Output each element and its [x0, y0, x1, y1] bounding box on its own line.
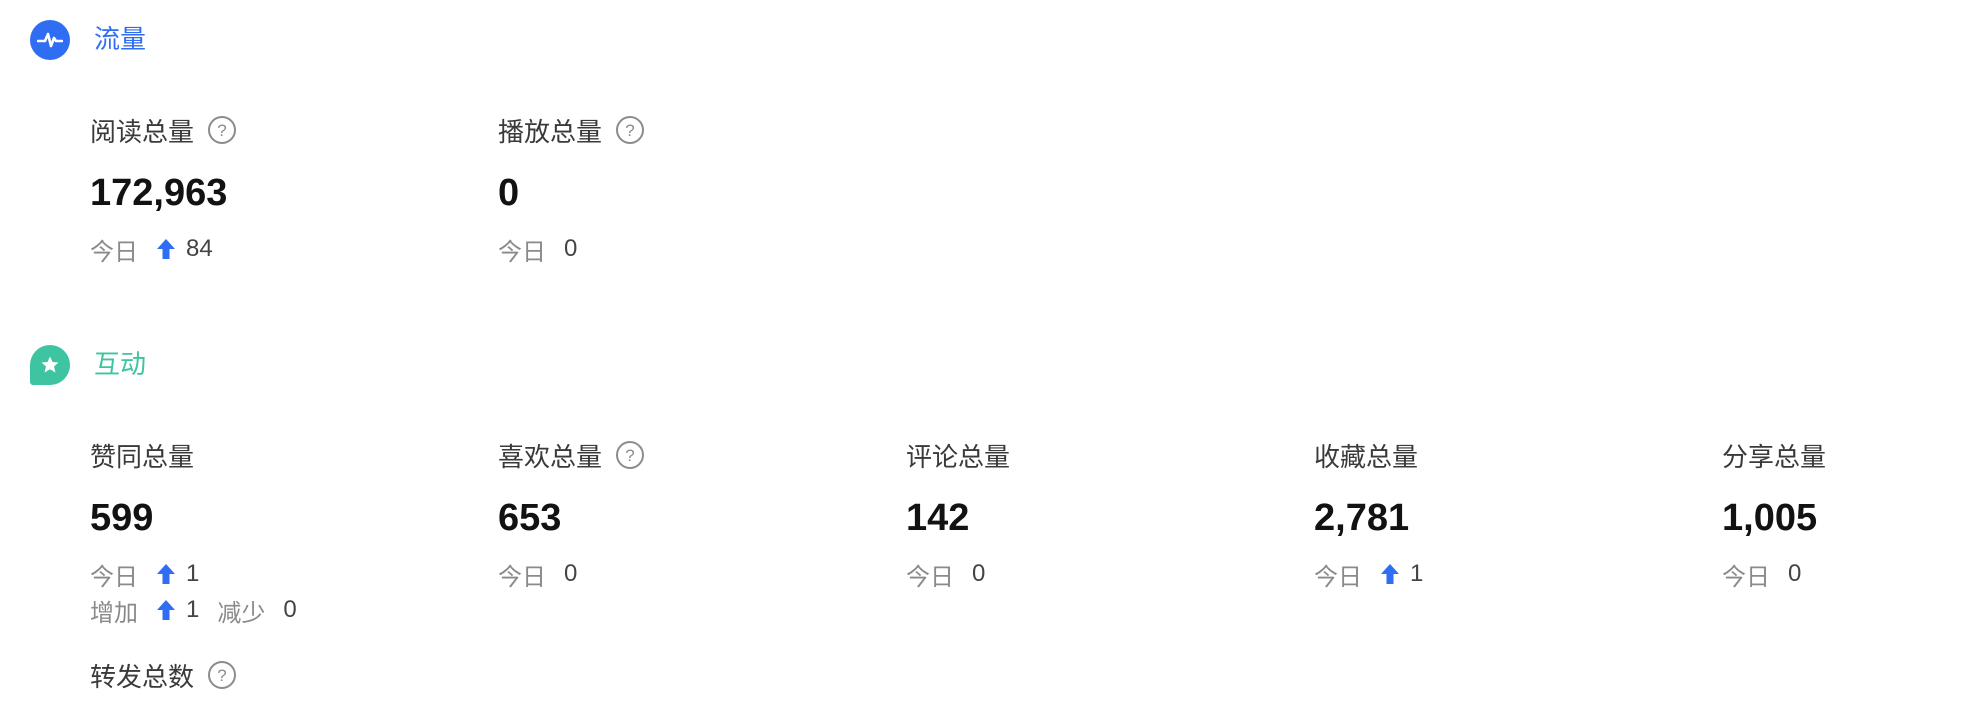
today-value: 84: [186, 235, 213, 262]
metric-label-row: 喜欢总量 ?: [498, 435, 878, 475]
metric-label: 收藏总量: [1314, 442, 1419, 473]
metric-read-total: 阅读总量 ? 172,963 今日 84: [90, 110, 470, 266]
today-value: 1: [186, 560, 200, 587]
increase-value: 1: [186, 596, 200, 623]
metric-like-total: 赞同总量 599 今日 1 增加 1 减少 0: [90, 435, 470, 627]
metric-today-row: 今日 0: [906, 557, 1286, 591]
increase-label: 增加: [90, 598, 138, 627]
metric-today-row: 今日 1: [90, 557, 470, 591]
help-icon[interactable]: ?: [616, 116, 645, 144]
today-label: 今日: [90, 562, 138, 591]
metric-fav-total: 喜欢总量 ? 653 今日 0: [498, 435, 878, 591]
metric-label-row: 评论总量: [906, 435, 1286, 475]
metric-change-row: 增加 1 减少 0: [90, 593, 470, 627]
help-icon[interactable]: ?: [208, 661, 237, 689]
arrow-up-icon: [157, 564, 175, 584]
arrow-up-icon: [157, 600, 175, 620]
section-header-interaction: 互动: [30, 345, 146, 385]
metric-value: 599: [90, 497, 154, 539]
metric-label-row: 阅读总量 ?: [90, 110, 470, 150]
metric-today-row: 今日 0: [498, 557, 878, 591]
metric-value: 1,005: [1722, 497, 1818, 539]
metric-comment-total: 评论总量 142 今日 0: [906, 435, 1286, 591]
section-header-traffic: 流量: [30, 20, 146, 60]
metric-share-total: 分享总量 1,005 今日 0: [1722, 435, 1962, 591]
metric-label: 播放总量: [498, 117, 603, 148]
today-value: 1: [1410, 560, 1424, 587]
star-chat-icon: [30, 345, 70, 385]
metric-play-total: 播放总量 ? 0 今日 0: [498, 110, 878, 266]
pulse-icon: [30, 20, 70, 60]
today-label: 今日: [906, 562, 954, 591]
metric-label: 喜欢总量: [498, 442, 603, 473]
metric-label: 转发总数: [90, 662, 195, 693]
metric-label-row: 赞同总量: [90, 435, 470, 475]
metric-today-row: 今日 84: [90, 232, 470, 266]
metric-today-row: 今日 0: [498, 232, 878, 266]
decrease-label: 减少: [217, 598, 266, 627]
arrow-up-icon: [157, 239, 175, 259]
help-icon[interactable]: ?: [616, 441, 645, 469]
today-label: 今日: [1314, 562, 1362, 591]
stats-page: 流量 阅读总量 ? 172,963 今日 84 播放总量 ? 0 今日 0 互动: [0, 0, 1970, 702]
decrease-value: 0: [283, 596, 297, 623]
today-value: 0: [1788, 560, 1802, 587]
metric-label: 阅读总量: [90, 117, 195, 148]
metric-value: 2,781: [1314, 497, 1410, 539]
today-label: 今日: [90, 237, 138, 266]
section-title-interaction: 互动: [94, 350, 147, 380]
help-icon[interactable]: ?: [208, 116, 237, 144]
today-value: 0: [972, 560, 986, 587]
metric-forward-total: 转发总数 ?: [90, 655, 470, 695]
metric-label-row: 播放总量 ?: [498, 110, 878, 150]
today-value: 0: [564, 560, 578, 587]
metric-collect-total: 收藏总量 2,781 今日 1: [1314, 435, 1694, 591]
metric-today-row: 今日 1: [1314, 557, 1694, 591]
metric-label-row: 分享总量: [1722, 435, 1962, 475]
today-label: 今日: [1722, 562, 1770, 591]
metric-label: 评论总量: [906, 442, 1011, 473]
section-title-traffic: 流量: [94, 25, 147, 55]
metric-label-row: 收藏总量: [1314, 435, 1694, 475]
metric-value: 653: [498, 497, 562, 539]
today-label: 今日: [498, 562, 546, 591]
today-label: 今日: [498, 237, 546, 266]
metric-value: 142: [906, 497, 970, 539]
metric-value: 172,963: [90, 172, 228, 214]
metric-label: 分享总量: [1722, 442, 1827, 473]
metric-label: 赞同总量: [90, 442, 195, 473]
arrow-up-icon: [1381, 564, 1399, 584]
metric-value: 0: [498, 172, 520, 214]
metric-today-row: 今日 0: [1722, 557, 1962, 591]
today-value: 0: [564, 235, 578, 262]
metric-label-row: 转发总数 ?: [90, 655, 470, 695]
